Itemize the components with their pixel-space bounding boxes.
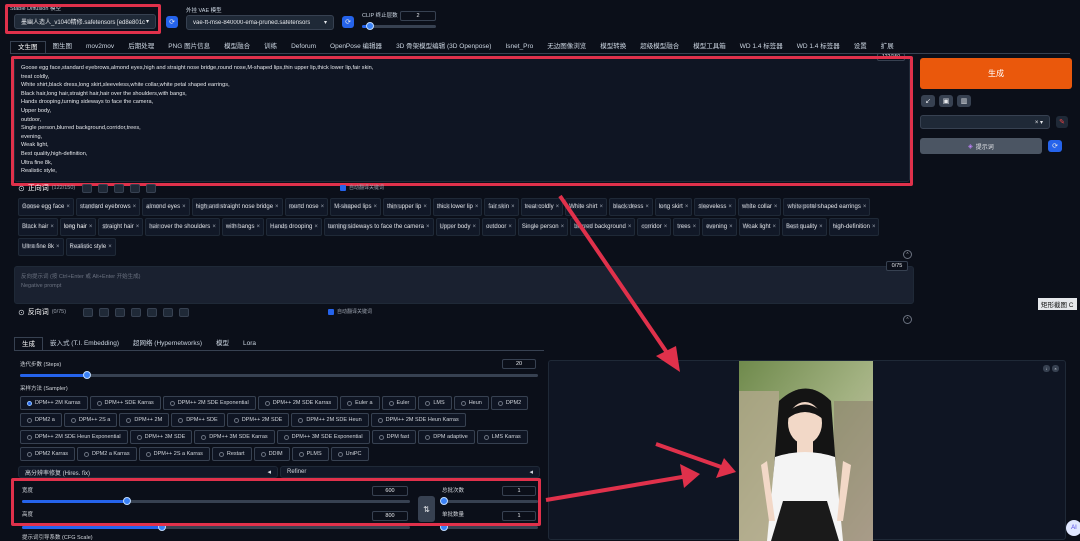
annotation-arrows — [545, 194, 736, 502]
ai-assistant-icon[interactable]: AI — [1066, 520, 1080, 536]
